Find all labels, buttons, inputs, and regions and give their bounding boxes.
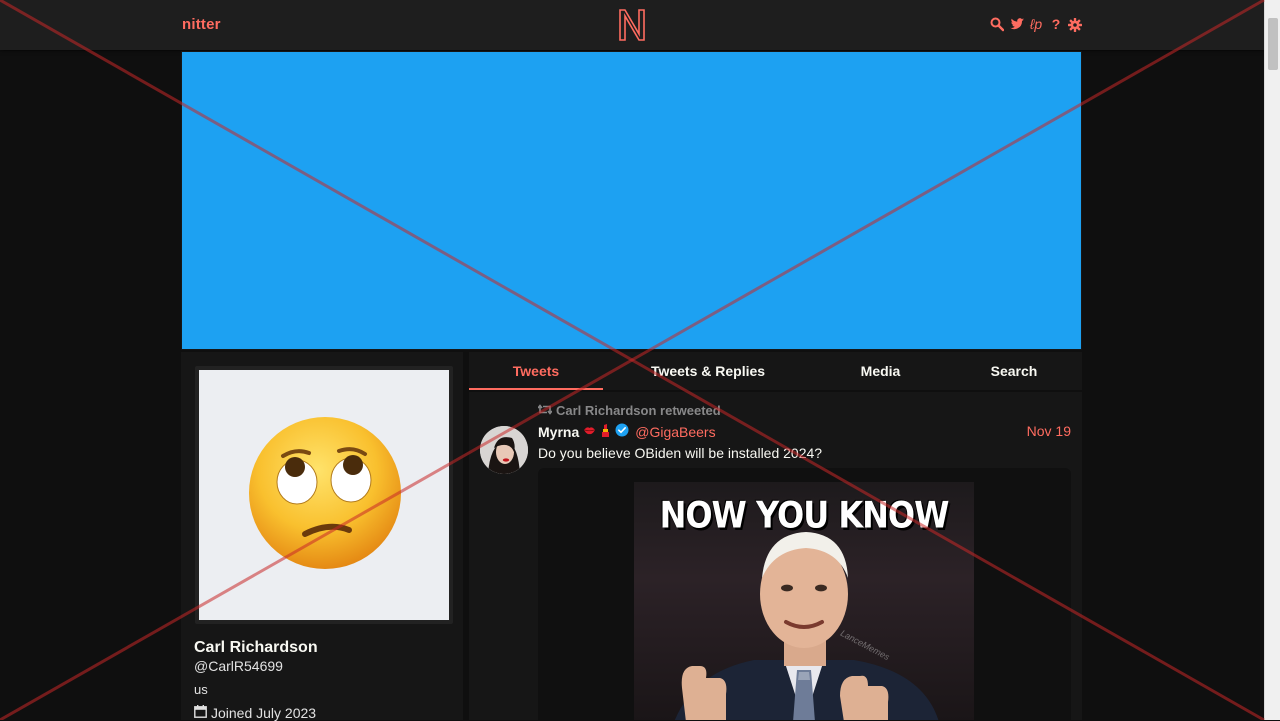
tweet-image[interactable]: NOW YOU KNOW LanceMemes [634,482,974,720]
gear-icon[interactable] [1068,16,1082,32]
profile-fullname[interactable]: Carl Richardson [194,639,318,657]
tweet-author-avatar[interactable] [480,426,528,474]
help-icon[interactable]: ? [1049,16,1063,32]
navbar-icons: ℓp ? [990,16,1082,32]
tweet-author-username[interactable]: @GigaBeers [635,424,715,440]
profile-card: Carl Richardson @CarlR54699 us Joined Ju… [181,352,463,721]
tweet-header: Myrna @GigaBeers [538,423,716,440]
avatar-frame[interactable] [195,366,453,624]
page-scrollbar[interactable] [1264,0,1280,720]
tweet-date-link[interactable]: Nov 19 [1027,423,1071,439]
lips-emoji-icon [583,424,596,440]
tab-tweets-and-replies[interactable]: Tweets & Replies [633,352,783,390]
scrollbar-thumb[interactable] [1268,18,1278,70]
retweet-header: Carl Richardson retweeted [537,403,721,418]
tweet-author-name[interactable]: Myrna [538,424,579,440]
rss-icon[interactable]: ℓp [1028,16,1044,32]
top-navbar: nitter ℓp ? [0,0,1264,50]
meme-caption: NOW YOU KNOW [659,493,950,537]
timeline: Carl Richardson retweeted Myrna @GigaBee… [469,392,1082,720]
eye-roll-emoji-avatar [199,370,449,620]
search-icon[interactable] [990,16,1004,32]
lipstick-emoji-icon [600,423,611,440]
calendar-icon [194,705,207,721]
profile-bio: us [194,682,208,697]
tab-media[interactable]: Media [829,352,932,390]
profile-username[interactable]: @CarlR54699 [194,658,283,674]
tweet-content: Do you believe OBiden will be installed … [538,445,823,461]
twitter-bird-icon[interactable] [1009,16,1024,32]
nitter-home-link[interactable]: nitter [182,16,221,33]
tab-tweets[interactable]: Tweets [469,352,603,390]
joined-text: Joined July 2023 [211,705,317,721]
retweet-header-text[interactable]: Carl Richardson retweeted [556,403,721,418]
retweet-icon [537,403,553,418]
verified-badge-icon [615,423,629,440]
timeline-tabs: Tweets Tweets & Replies Media Search [469,352,1082,390]
profile-banner[interactable] [181,51,1082,350]
nitter-n-logo-icon[interactable] [616,8,648,42]
profile-joined-date: Joined July 2023 [194,705,316,721]
tab-search[interactable]: Search [965,352,1063,390]
tweet-attachment[interactable]: NOW YOU KNOW LanceMemes [538,468,1071,720]
